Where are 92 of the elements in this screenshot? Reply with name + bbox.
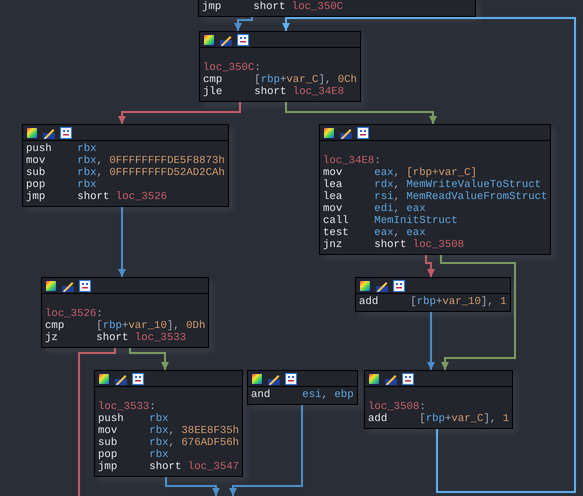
mnemonic: jmp	[26, 191, 46, 203]
graph-overview-icon[interactable]	[285, 372, 297, 384]
code-label[interactable]: loc_34E8:	[323, 155, 548, 167]
code-block[interactable]: push rbx mov rbx, 0FFFFFFFFDE5F8873h sub rbx, 0FFFFFFFFD52AD2CAh pop rbx jmp short loc_3526	[22, 124, 229, 207]
mnemonic: sub	[98, 437, 118, 449]
code-block[interactable]: loc_3508: add [rbp+var_C], 1	[364, 370, 514, 429]
code-label[interactable]: loc_3533:	[98, 401, 240, 413]
operands: rbx, 0FFFFFFFFD52AD2CAh	[77, 167, 225, 179]
code-block[interactable]: add [rbp+var_10], 1	[355, 277, 511, 312]
mnemonic: mov	[323, 167, 344, 179]
branch-arrow	[118, 206, 126, 277]
branch-arrow	[234, 17, 253, 31]
graph-overview-icon[interactable]	[60, 126, 72, 138]
pencil-icon[interactable]	[340, 126, 352, 138]
mnemonic: cmp	[45, 320, 66, 332]
operands: rdx, MemWriteValueToStruct	[374, 179, 542, 191]
pencil-icon[interactable]	[385, 372, 397, 384]
pencil-icon[interactable]	[115, 372, 127, 384]
operands: esi, ebp	[302, 389, 354, 401]
mnemonic: jle	[203, 86, 224, 98]
operands: eax, eax	[374, 227, 426, 239]
pencil-icon[interactable]	[43, 126, 55, 138]
operands: short loc_3547	[149, 461, 240, 473]
mnemonic: push	[26, 143, 53, 155]
code-block[interactable]: loc_3526: cmp [rbp+var_10], 0Dh jz short loc_3533	[41, 277, 210, 348]
code-label[interactable]: loc_3508:	[368, 401, 510, 413]
pencil-icon[interactable]	[220, 34, 232, 46]
operands: short loc_3508	[374, 239, 464, 251]
mnemonic: jz	[45, 332, 59, 344]
operands: rbx	[77, 143, 97, 155]
operands: rbx	[149, 449, 169, 461]
mnemonic: call	[323, 215, 350, 227]
code-block[interactable]: loc_3533: push rbx mov rbx, 38EE8F35h sub rbx, 676ADF56h pop rbx jmp short loc_3547	[94, 370, 244, 477]
operands: short loc_34E8	[254, 86, 344, 98]
color-palette-icon[interactable]	[251, 372, 263, 384]
operands: [rbp+var_10], 1	[410, 296, 507, 308]
mnemonic: and	[251, 389, 272, 401]
operands: rbx	[77, 179, 97, 191]
mnemonic: lea	[323, 191, 344, 203]
color-palette-icon[interactable]	[26, 126, 38, 138]
graph-overview-icon[interactable]	[79, 280, 91, 292]
mnemonic: lea	[323, 179, 344, 191]
graph-overview-icon[interactable]	[237, 34, 249, 46]
code-block[interactable]: loc_350C: cmp [rbp+var_C], 0Ch jle short loc_34E8	[199, 31, 361, 102]
color-palette-icon[interactable]	[45, 280, 57, 292]
operands: short loc_3533	[96, 332, 186, 344]
operands: short loc_350C	[253, 1, 344, 13]
color-palette-icon[interactable]	[203, 34, 215, 46]
operands: rbx, 38EE8F35h	[149, 425, 240, 437]
mnemonic: add	[368, 413, 388, 425]
code-block[interactable]: jmp short loc_350C	[198, 0, 476, 17]
mnemonic: jmp	[202, 1, 222, 13]
mnemonic: mov	[323, 203, 344, 215]
mnemonic: cmp	[203, 74, 224, 86]
mnemonic: pop	[98, 449, 118, 461]
color-palette-icon[interactable]	[323, 126, 335, 138]
pencil-icon[interactable]	[62, 280, 74, 292]
mnemonic: jmp	[98, 461, 118, 473]
mnemonic: jnz	[323, 239, 344, 251]
color-palette-icon[interactable]	[359, 280, 371, 292]
graph-overview-icon[interactable]	[132, 372, 144, 384]
operands: rsi, MemReadValueFromStruct	[374, 191, 548, 203]
operands: eax, [rbp+var_C]	[374, 167, 477, 179]
graph-overview-icon[interactable]	[393, 280, 405, 292]
pencil-icon[interactable]	[376, 280, 388, 292]
operands: short loc_3526	[77, 191, 168, 203]
operands: MemInitStruct	[374, 215, 458, 227]
operands: rbx, 0FFFFFFFFDE5F8873h	[77, 155, 225, 167]
mnemonic: mov	[98, 425, 118, 437]
code-block[interactable]: and esi, ebp	[247, 370, 358, 405]
mnemonic: pop	[26, 179, 46, 191]
pencil-icon[interactable]	[268, 372, 280, 384]
operands: [rbp+var_C], 1	[419, 413, 510, 425]
operands: edi, eax	[374, 203, 426, 215]
graph-overview-icon[interactable]	[357, 126, 369, 138]
mnemonic: mov	[26, 155, 46, 167]
color-palette-icon[interactable]	[368, 372, 380, 384]
mnemonic: add	[359, 296, 380, 308]
operands: rbx	[149, 413, 169, 425]
code-label[interactable]: loc_350C:	[203, 62, 357, 74]
graph-overview-icon[interactable]	[402, 372, 414, 384]
color-palette-icon[interactable]	[98, 372, 110, 384]
operands: [rbp+var_C], 0Ch	[254, 74, 357, 86]
code-label[interactable]: loc_3526:	[45, 308, 206, 320]
branch-arrow	[165, 475, 220, 496]
mnemonic: sub	[26, 167, 46, 179]
branch-arrow	[129, 346, 169, 370]
mnemonic: push	[98, 413, 125, 425]
mnemonic: test	[323, 227, 350, 239]
operands: [rbp+var_10], 0Dh	[96, 320, 206, 332]
code-block[interactable]: loc_34E8: mov eax, [rbp+var_C] lea rdx, MemWriteValueToStruct lea rsi, MemReadValueFromStruct mov edi, eax call MemInitStruct test eax, eax jnz short loc_3508	[319, 124, 552, 255]
operands: rbx, 676ADF56h	[149, 437, 240, 449]
